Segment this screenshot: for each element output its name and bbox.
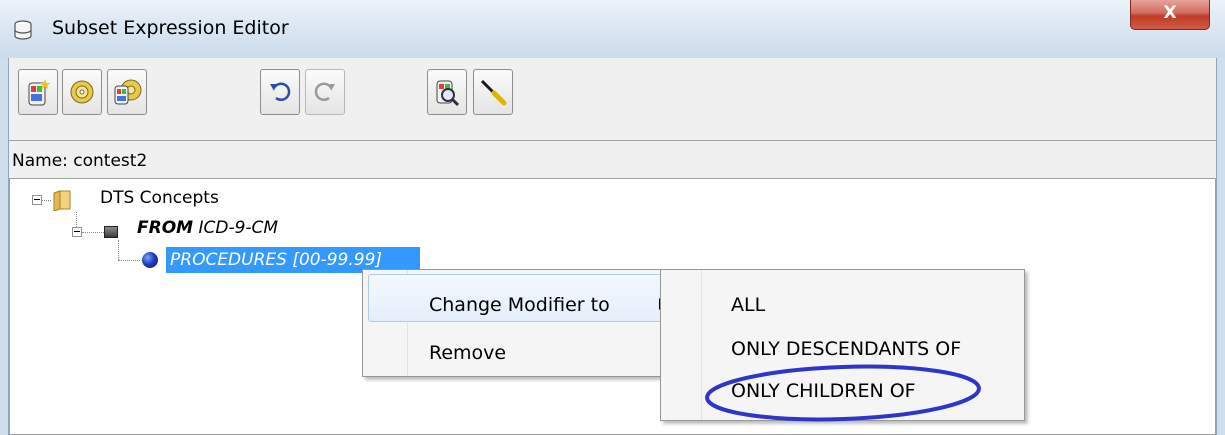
window-frame-left <box>0 58 9 435</box>
folder-icon <box>52 189 72 215</box>
undo-icon <box>270 82 291 101</box>
submenu: ALL ONLY DESCENDANTS OF ONLY CHILDREN OF <box>660 269 1025 421</box>
screwdriver-button[interactable] <box>473 69 513 115</box>
tree-connector <box>82 232 104 233</box>
undo-button[interactable] <box>260 69 300 115</box>
search-database-icon <box>436 80 460 107</box>
collapse-from-icon[interactable] <box>72 227 82 237</box>
submenu-item-only-children[interactable]: ONLY CHILDREN OF <box>731 380 916 402</box>
new-expression-icon <box>28 79 51 106</box>
menu-item-change-modifier[interactable]: Change Modifier to <box>429 294 610 316</box>
disc-database-icon <box>114 79 142 105</box>
submenu-gutter <box>661 270 702 420</box>
name-row: Name: contest2 <box>9 140 1216 179</box>
new-expression-button[interactable] <box>18 69 58 115</box>
menu-item-remove[interactable]: Remove <box>429 342 506 364</box>
from-value: ICD-9-CM <box>198 218 279 238</box>
app-icon <box>14 20 32 40</box>
collapse-root-icon[interactable] <box>32 195 42 205</box>
title-bar[interactable]: Subset Expression Editor X <box>0 0 1225 58</box>
search-database-button[interactable] <box>427 69 467 115</box>
tree-connector <box>42 200 51 201</box>
tree-connector <box>118 240 119 260</box>
disc-button[interactable] <box>62 69 102 115</box>
window-frame-right <box>1216 58 1225 435</box>
context-menu: Change Modifier to Remove <box>362 269 673 377</box>
toolbar <box>9 58 1216 140</box>
tree-node-dts-concepts[interactable]: DTS Concepts <box>100 188 219 208</box>
disc-icon <box>70 80 94 104</box>
square-icon <box>104 226 118 238</box>
tree-connector <box>76 212 77 227</box>
ball-icon <box>142 252 158 268</box>
submenu-item-all[interactable]: ALL <box>731 294 765 316</box>
tree-node-from[interactable]: FROM ICD-9-CM <box>137 218 278 238</box>
screwdriver-icon <box>480 79 507 106</box>
disc-database-button[interactable] <box>107 69 147 115</box>
from-keyword: FROM <box>137 218 194 238</box>
tree-node-procedures[interactable]: PROCEDURES [00-99.99] <box>170 250 382 270</box>
redo-icon <box>314 82 335 101</box>
name-label: Name: contest2 <box>12 151 148 171</box>
redo-button[interactable] <box>305 69 345 115</box>
window-title: Subset Expression Editor <box>52 17 289 39</box>
tree-connector <box>118 260 140 261</box>
submenu-item-only-descendants[interactable]: ONLY DESCENDANTS OF <box>731 338 961 360</box>
close-button[interactable]: X <box>1130 0 1210 30</box>
